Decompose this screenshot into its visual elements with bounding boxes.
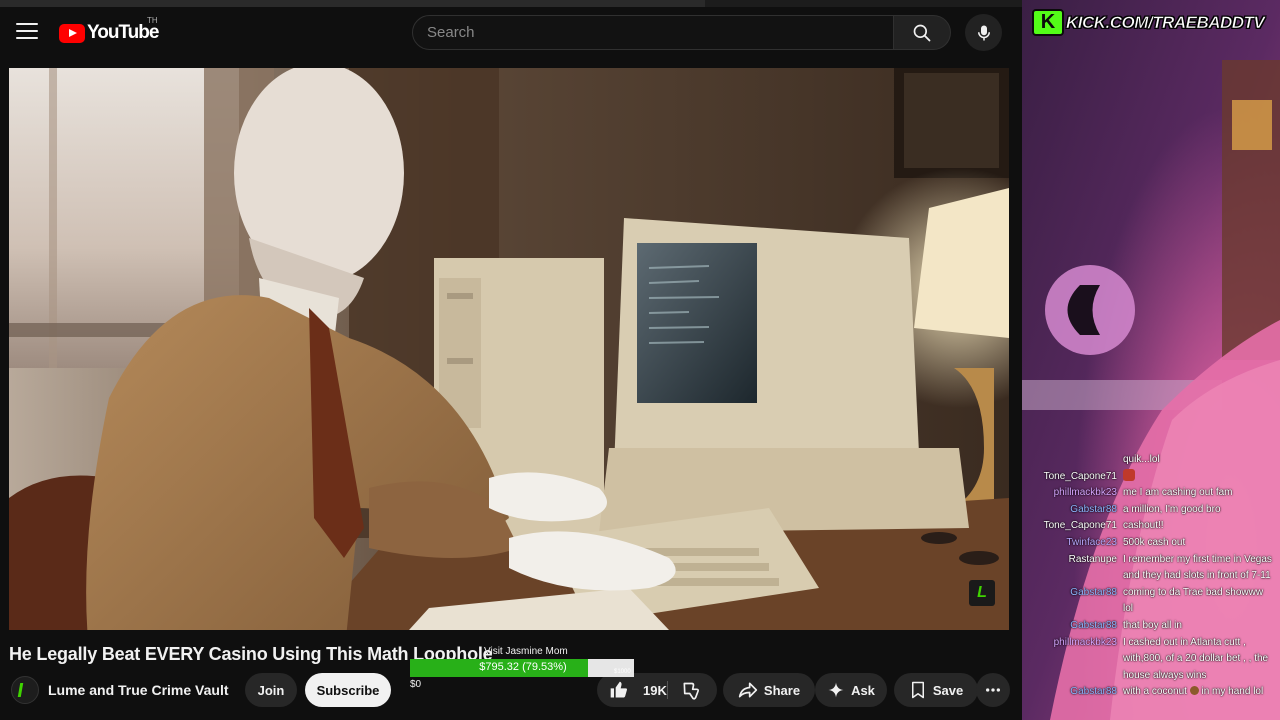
browser-top-strip [0,0,1022,7]
channel-name[interactable]: Lume and True Crime Vault [48,682,229,698]
chat-message: Twinface23 500k cash out [1022,535,1280,552]
masthead: YouTube TH Search [0,7,1022,59]
kick-channel-url: KICK.COM/TRAEBADDTV [1066,12,1265,32]
chat-message: phillmackbk23 I cashed out in Atlanta cu… [1022,635,1280,685]
donation-goal-amount: $1000 [614,669,631,675]
mic-icon [977,25,990,40]
kick-stream-panel: K KICK.COM/TRAEBADDTV quik...lol Tone_Ca… [1022,0,1280,720]
country-code: TH [147,16,158,25]
chat-text: with a coconut in my hand lol [1123,684,1275,701]
donation-goal-label: Visit Jasmine Mom [484,646,568,657]
chat-message: Tone_Capone71 [1022,468,1280,486]
chat-username: Gabstar88 [1070,619,1117,631]
chat-username: Tone_Capone71 [1043,470,1117,482]
donation-progress-bar: $795.32 (79.53%) $1000 [410,659,634,677]
channel-watermark-icon[interactable]: L [969,580,995,606]
chat-text-part: in my hand lol [1201,686,1264,698]
channel-avatar[interactable] [11,676,39,704]
chat-username: Gabstar88 [1070,586,1117,598]
video-frame-illustration [9,68,1009,630]
chat-message: quik...lol [1022,452,1280,469]
menu-icon[interactable] [16,23,38,41]
ask-sparkle-icon [828,682,844,698]
chat-username: Rastanupe [1068,553,1117,565]
like-dislike-divider [667,681,668,699]
chat-text: a million, I'm good bro [1123,503,1221,515]
chat-text: I cashed out in Atlanta cutt , with,800,… [1123,636,1269,681]
chat-message: Gabstar88 with a coconut in my hand lol [1022,684,1280,701]
chat-message: Gabstar88 coming to da Trae bad showww l… [1022,585,1280,618]
youtube-logo-icon [59,23,85,43]
chat-username: Twinface23 [1066,536,1117,548]
chat-text [1123,468,1275,486]
chat-text: I remember my first time in Vegas and th… [1123,553,1272,582]
chat-message: Gabstar88 a million, I'm good bro [1022,502,1280,519]
chat-username: Gabstar88 [1070,686,1117,698]
chat-text: cashout!! [1123,520,1164,532]
search-button[interactable] [894,15,951,50]
share-label: Share [763,682,801,698]
save-label: Save [932,682,964,698]
chat-message: Tone_Capone71 cashout!! [1022,518,1280,535]
emote-icon [1123,468,1135,481]
logo-text: YouTube [87,22,159,43]
chat-message: Gabstar88 that boy all in [1022,618,1280,635]
video-player[interactable]: L [9,68,1009,630]
chat-text: that boy all in [1123,619,1182,631]
dislike-icon[interactable] [681,681,701,701]
chat-overlay: quik...lol Tone_Capone71 phillmackbk23 m… [1022,452,1280,701]
chat-username: phillmackbk23 [1053,636,1117,648]
more-icon [986,688,1000,692]
chat-text-part: with a coconut [1123,686,1187,698]
save-button[interactable]: Save [894,673,978,707]
chat-text: me I am cashing out fam [1123,487,1233,499]
chat-text: quik...lol [1123,454,1160,465]
chat-username: phillmackbk23 [1053,487,1117,499]
youtube-window: YouTube TH Search L He Legally Beat EVER… [0,0,1022,720]
chat-message: phillmackbk23 me I am cashing out fam [1022,485,1280,502]
search-icon [913,24,931,41]
chat-username: Gabstar88 [1070,503,1117,515]
share-icon [738,682,758,698]
subscribe-button[interactable]: Subscribe [305,673,391,707]
kick-channel-banner[interactable]: K KICK.COM/TRAEBADDTV [1032,9,1276,36]
voice-search-button[interactable] [965,14,1002,51]
join-button[interactable]: Join [245,673,297,707]
donation-start-amount: $0 [410,679,422,690]
youtube-logo[interactable]: YouTube TH [59,16,159,45]
ask-label: Ask [851,682,875,698]
ask-button[interactable]: Ask [815,673,887,707]
search-placeholder: Search [427,24,475,41]
chat-text: 500k cash out [1123,536,1186,548]
chat-username: Tone_Capone71 [1043,520,1117,532]
donation-goal-widget: Visit Jasmine Mom $795.32 (79.53%) $1000… [409,645,649,695]
save-icon [911,681,924,699]
donation-amount: $795.32 (79.53%) [479,661,567,673]
share-button[interactable]: Share [723,673,815,707]
more-actions-button[interactable] [976,673,1010,707]
chat-text: coming to da Trae bad showww lol [1123,586,1264,615]
coconut-emoji-icon [1189,686,1199,696]
chat-message: Rastanupe I remember my first time in Ve… [1022,552,1280,585]
kick-logo-icon: K [1032,9,1064,36]
search-input[interactable]: Search [412,15,894,50]
